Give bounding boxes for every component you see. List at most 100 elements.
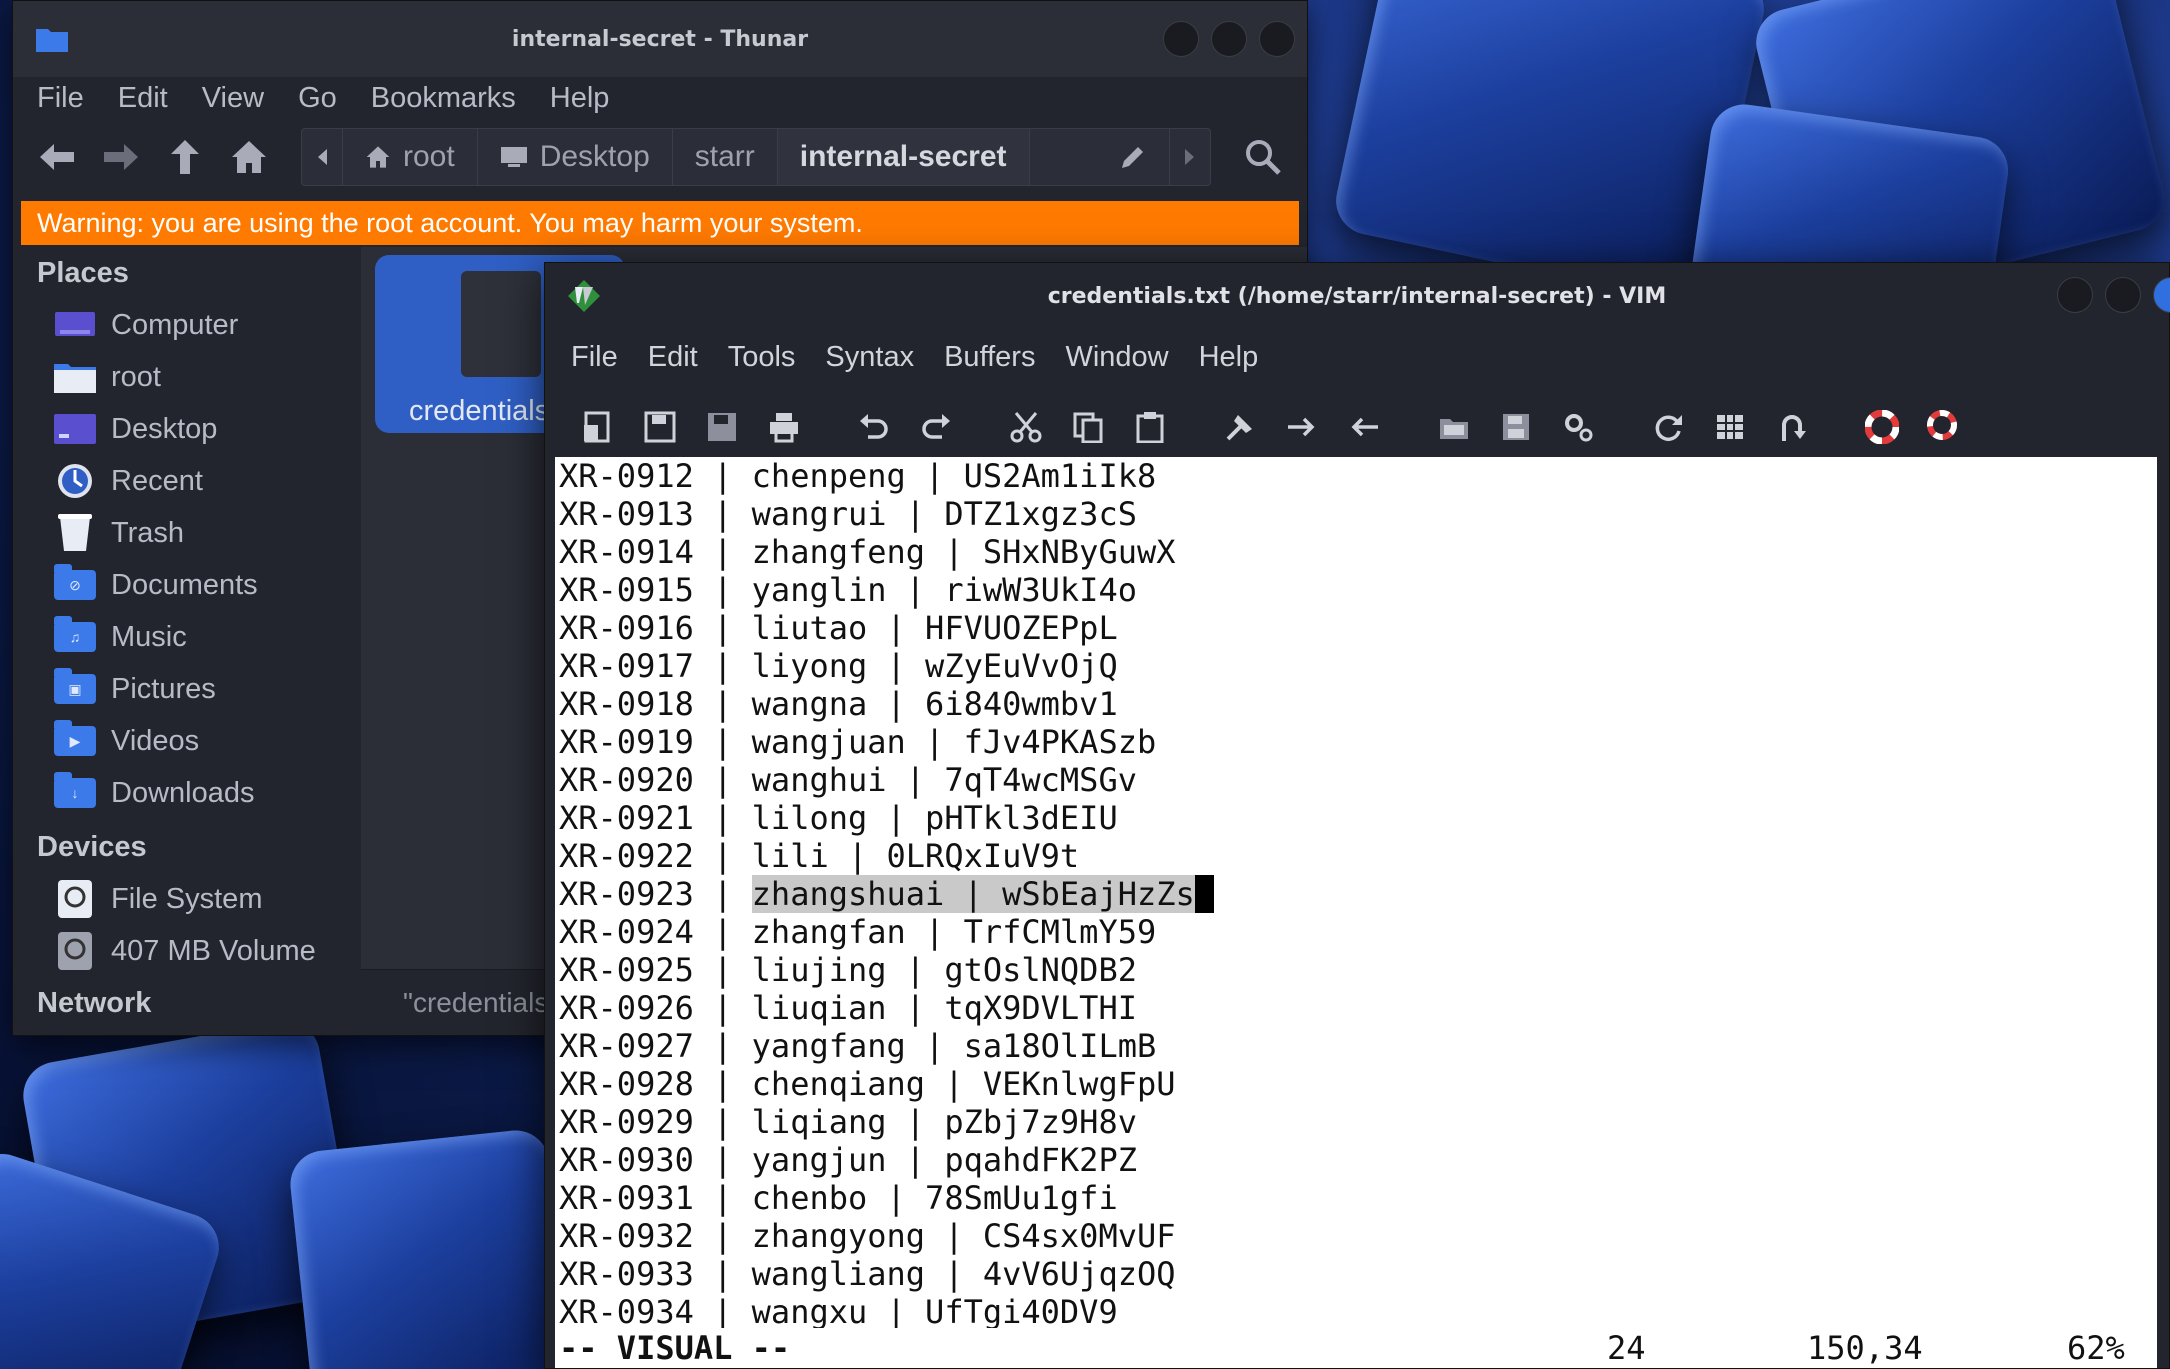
sidebar-item-file-system[interactable]: File System	[13, 873, 361, 925]
sidebar-item-recent[interactable]: Recent	[13, 455, 361, 507]
editor-lines: XR-0912 | chenpeng | US2Am1iIk8 XR-0913 |…	[559, 457, 2157, 1331]
path-segment-desktop[interactable]: Desktop	[478, 129, 673, 185]
maximize-button[interactable]	[1211, 21, 1247, 57]
cursor-position: 150,34	[1807, 1329, 1923, 1367]
maximize-button[interactable]	[2105, 277, 2141, 313]
password: DTZ1xgz3cS	[944, 495, 1137, 533]
field-separator: |	[693, 495, 752, 533]
sidebar-item-label: Trash	[111, 516, 185, 549]
forward-arrow-icon[interactable]	[99, 135, 143, 179]
thunar-titlebar[interactable]: internal-secret - Thunar	[13, 1, 1307, 77]
text-line: XR-0917 | liyong | wZyEuVvOjQ	[559, 647, 2157, 685]
sidebar-item-root[interactable]: root	[13, 351, 361, 403]
path-segment-internal-secret[interactable]: internal-secret	[777, 129, 1030, 185]
field-separator: |	[886, 1103, 945, 1141]
cut-icon[interactable]	[1003, 404, 1049, 450]
mode-indicator: -- VISUAL --	[559, 1329, 791, 1367]
record-id: XR-0924	[559, 913, 694, 951]
search-icon[interactable]	[1241, 135, 1285, 179]
username: zhangshuai	[751, 875, 945, 913]
menu-file[interactable]: File	[571, 341, 618, 374]
find-replace-icon[interactable]	[1217, 404, 1263, 450]
thunar-menubar: File Edit View Go Bookmarks Help	[13, 77, 1307, 119]
save-session-icon[interactable]	[1493, 404, 1539, 450]
password: 7qT4wcMSGv	[944, 761, 1137, 799]
password: VEKnlwgFpU	[982, 1065, 1176, 1103]
up-arrow-icon[interactable]	[163, 135, 207, 179]
sidebar-item-documents[interactable]: ⊘ Documents	[13, 559, 361, 611]
run-script-icon[interactable]	[1555, 404, 1601, 450]
pencil-icon	[1121, 147, 1143, 168]
print-icon[interactable]	[761, 404, 807, 450]
menu-edit[interactable]: Edit	[648, 341, 698, 374]
vim-titlebar[interactable]: credentials.txt (/home/starr/internal-se…	[545, 263, 2170, 329]
vim-text-editor[interactable]: XR-0912 | chenpeng | US2Am1iIk8 XR-0913 |…	[555, 457, 2157, 1368]
field-separator: |	[693, 647, 752, 685]
path-edit-button[interactable]	[1030, 129, 1170, 185]
load-session-icon[interactable]	[1431, 404, 1477, 450]
menu-help[interactable]: Help	[1199, 341, 1259, 374]
sidebar-item-volume[interactable]: 407 MB Volume	[13, 925, 361, 977]
save-icon[interactable]	[637, 404, 683, 450]
username: zhangyong	[751, 1217, 926, 1255]
field-separator: |	[693, 799, 752, 837]
menu-file[interactable]: File	[37, 82, 84, 115]
minimize-button[interactable]	[2057, 277, 2093, 313]
minimize-button[interactable]	[1163, 21, 1199, 57]
menu-go[interactable]: Go	[298, 82, 337, 115]
path-scroll-right-button[interactable]	[1170, 129, 1210, 185]
home-icon[interactable]	[227, 135, 271, 179]
back-arrow-icon[interactable]	[35, 135, 79, 179]
field-separator: |	[944, 875, 1003, 913]
sidebar-item-trash[interactable]: Trash	[13, 507, 361, 559]
shell-icon[interactable]	[1707, 404, 1753, 450]
path-segment-root[interactable]: root	[343, 129, 478, 185]
field-separator: |	[925, 533, 983, 571]
sidebar-item-pictures[interactable]: ▣ Pictures	[13, 663, 361, 715]
sidebar-item-label: 407 MB Volume	[111, 934, 316, 967]
text-line: XR-0913 | wangrui | DTZ1xgz3cS	[559, 495, 2157, 533]
network-heading: Network	[37, 986, 152, 1019]
path-scroll-left-button[interactable]	[302, 129, 343, 185]
menu-edit[interactable]: Edit	[118, 82, 168, 115]
save-all-icon[interactable]	[699, 404, 745, 450]
find-next-icon[interactable]	[1279, 404, 1325, 450]
make-icon[interactable]	[1645, 404, 1691, 450]
field-separator: |	[905, 1027, 964, 1065]
find-previous-icon[interactable]	[1341, 404, 1387, 450]
sidebar-item-desktop[interactable]: Desktop	[13, 403, 361, 455]
record-id: XR-0916	[559, 609, 694, 647]
field-separator: |	[886, 951, 945, 989]
field-separator: |	[693, 723, 752, 761]
open-file-icon[interactable]	[575, 404, 621, 450]
close-button[interactable]	[1259, 21, 1295, 57]
menu-bookmarks[interactable]: Bookmarks	[371, 82, 516, 115]
path-label: Desktop	[539, 140, 650, 173]
sidebar-item-computer[interactable]: Computer	[13, 299, 361, 351]
paste-icon[interactable]	[1127, 404, 1173, 450]
sidebar-item-music[interactable]: ♫ Music	[13, 611, 361, 663]
file-percent: 62%	[2067, 1329, 2125, 1367]
menu-window[interactable]: Window	[1065, 341, 1168, 374]
find-help-icon[interactable]	[1921, 404, 1967, 450]
path-segment-starr[interactable]: starr	[673, 129, 778, 185]
sidebar-item-videos[interactable]: ▶ Videos	[13, 715, 361, 767]
field-separator: |	[693, 1179, 752, 1217]
menu-syntax[interactable]: Syntax	[825, 341, 914, 374]
menu-view[interactable]: View	[202, 82, 264, 115]
field-separator: |	[867, 1179, 926, 1217]
sidebar-item-downloads[interactable]: ↓ Downloads	[13, 767, 361, 819]
password: fJv4PKASzb	[963, 723, 1157, 761]
menu-help[interactable]: Help	[550, 82, 610, 115]
menu-buffers[interactable]: Buffers	[944, 341, 1035, 374]
menu-tools[interactable]: Tools	[728, 341, 796, 374]
close-button[interactable]	[2153, 277, 2170, 313]
help-lifebuoy-icon[interactable]	[1859, 404, 1905, 450]
sidebar-item-label: root	[111, 360, 161, 393]
redo-icon[interactable]	[913, 404, 959, 450]
undo-icon[interactable]	[851, 404, 897, 450]
field-separator: |	[693, 1065, 752, 1103]
path-label: root	[403, 140, 455, 173]
copy-icon[interactable]	[1065, 404, 1111, 450]
make-tags-icon[interactable]	[1769, 404, 1815, 450]
